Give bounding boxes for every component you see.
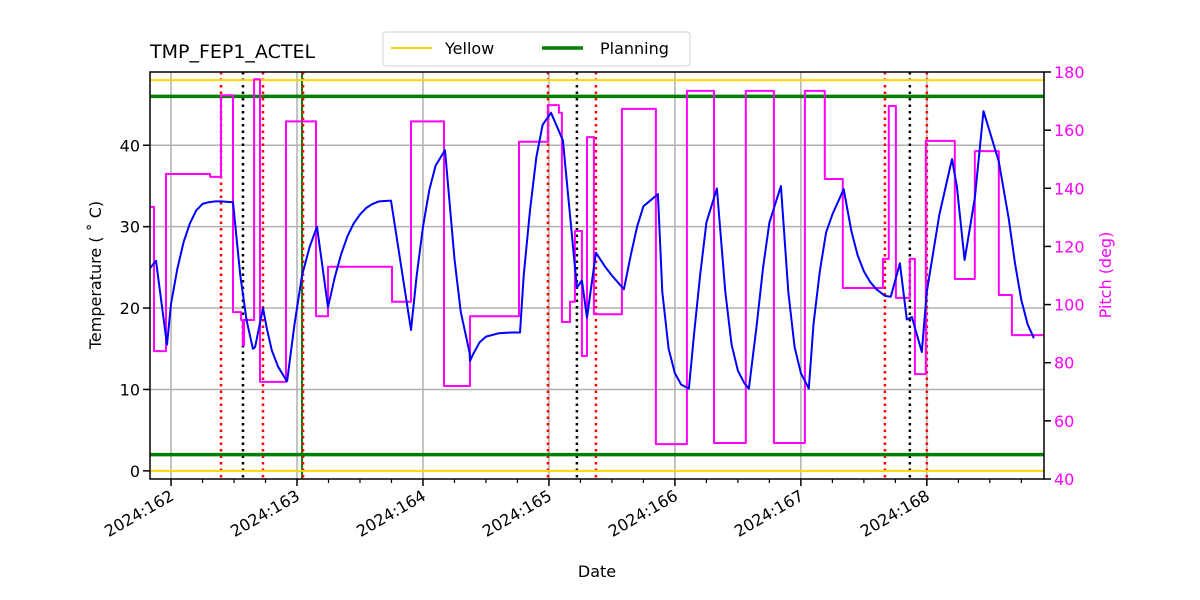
y-axis-ticks: 0 10 20 30 40 [120,136,150,481]
y2-axis-label: Pitch (deg) [1096,232,1115,319]
x-tick-label: 2024:168 [857,486,933,541]
chart-title: TMP_FEP1_ACTEL [149,41,315,63]
y-tick-label: 0 [130,462,140,481]
x-tick-label: 2024:163 [227,486,303,541]
y-tick-label: 30 [120,218,140,237]
x-axis-label: Date [578,562,616,581]
y2-tick-label: 60 [1054,412,1074,431]
y2-tick-label: 40 [1054,470,1074,489]
x-tick-label: 2024:166 [605,486,681,541]
y2-tick-label: 100 [1054,296,1085,315]
x-tick-label: 2024:165 [479,486,555,541]
legend: Yellow Planning [382,31,691,67]
legend-label-planning: Planning [600,39,669,58]
x-tick-label: 2024:162 [101,486,177,541]
y-axis-label: Temperature ( ˚ C) [86,201,105,350]
y-tick-label: 20 [120,299,140,318]
x-tick-label: 2024:167 [731,486,807,541]
y-tick-label: 40 [120,136,140,155]
y2-axis-ticks: 40 60 80 100 120 140 160 180 [1044,63,1085,489]
y-tick-label: 10 [120,380,140,399]
y2-tick-label: 120 [1054,237,1085,256]
legend-label-yellow: Yellow [444,39,494,58]
y2-tick-label: 180 [1054,63,1085,82]
y2-tick-label: 140 [1054,179,1085,198]
y2-tick-label: 80 [1054,354,1074,373]
x-axis-ticks: 2024:162 2024:163 2024:164 2024:165 2024:166… [101,479,1022,541]
x-tick-label: 2024:164 [353,486,429,541]
y2-tick-label: 160 [1054,121,1085,140]
series-line-temperature [150,110,1035,390]
chart-figure: 2024:162 2024:163 2024:164 2024:165 2024:166… [86,31,1115,581]
